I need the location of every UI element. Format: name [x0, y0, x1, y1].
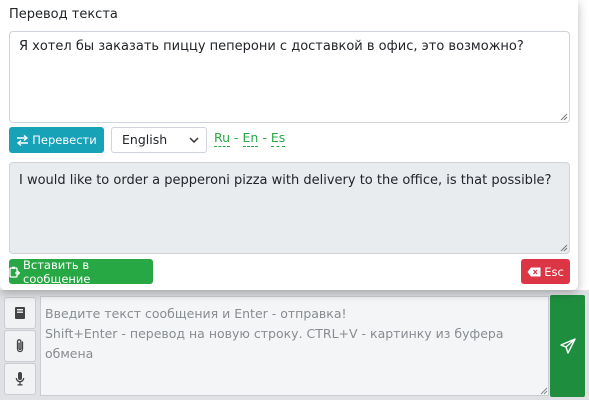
esc-button[interactable]: Esc — [521, 259, 570, 284]
translate-controls: Перевести English Ru - En - Es — [9, 127, 570, 153]
paper-plane-icon — [559, 338, 576, 354]
dialog-title: Перевод текста — [9, 7, 118, 22]
composer-actions — [4, 297, 36, 395]
target-language-select[interactable]: English — [111, 127, 207, 153]
send-button[interactable] — [550, 295, 585, 397]
translation-result[interactable]: I would like to order a pepperoni pizza … — [9, 162, 570, 254]
backspace-icon — [527, 267, 541, 277]
attach-button[interactable] — [4, 330, 36, 362]
language-shortcuts: Ru - En - Es — [214, 130, 286, 147]
lang-separator: - — [230, 130, 243, 145]
chevron-down-icon — [189, 137, 199, 144]
paperclip-icon — [16, 339, 24, 353]
translate-dialog: Перевод текста Я хотел бы заказать пиццу… — [0, 0, 578, 290]
target-language-value: English — [122, 132, 168, 147]
insert-button-label: Вставить в сообщение — [23, 257, 91, 286]
esc-button-label: Esc — [544, 264, 564, 279]
translate-button[interactable]: Перевести — [9, 127, 104, 153]
lang-link-es[interactable]: Es — [270, 130, 286, 147]
message-input[interactable]: Введите текст сообщения и Enter - отправ… — [40, 296, 549, 396]
insert-into-message-button[interactable]: Вставить в сообщение — [9, 257, 153, 286]
exchange-arrows-icon — [16, 134, 29, 146]
lang-link-ru[interactable]: Ru — [214, 130, 231, 147]
lang-separator: - — [258, 130, 271, 145]
resize-grip-icon[interactable] — [558, 242, 568, 252]
voice-button[interactable] — [4, 363, 36, 395]
translate-button-label: Перевести — [32, 133, 97, 147]
source-text-input[interactable]: Я хотел бы заказать пиццу пеперони с дос… — [9, 31, 570, 123]
resize-grip-icon[interactable] — [558, 111, 568, 121]
templates-button[interactable] — [4, 297, 36, 329]
book-icon — [15, 307, 25, 319]
resize-grip-icon[interactable] — [538, 385, 548, 395]
lang-link-en[interactable]: En — [242, 130, 259, 147]
microphone-icon — [15, 372, 25, 386]
paste-icon — [9, 266, 20, 278]
